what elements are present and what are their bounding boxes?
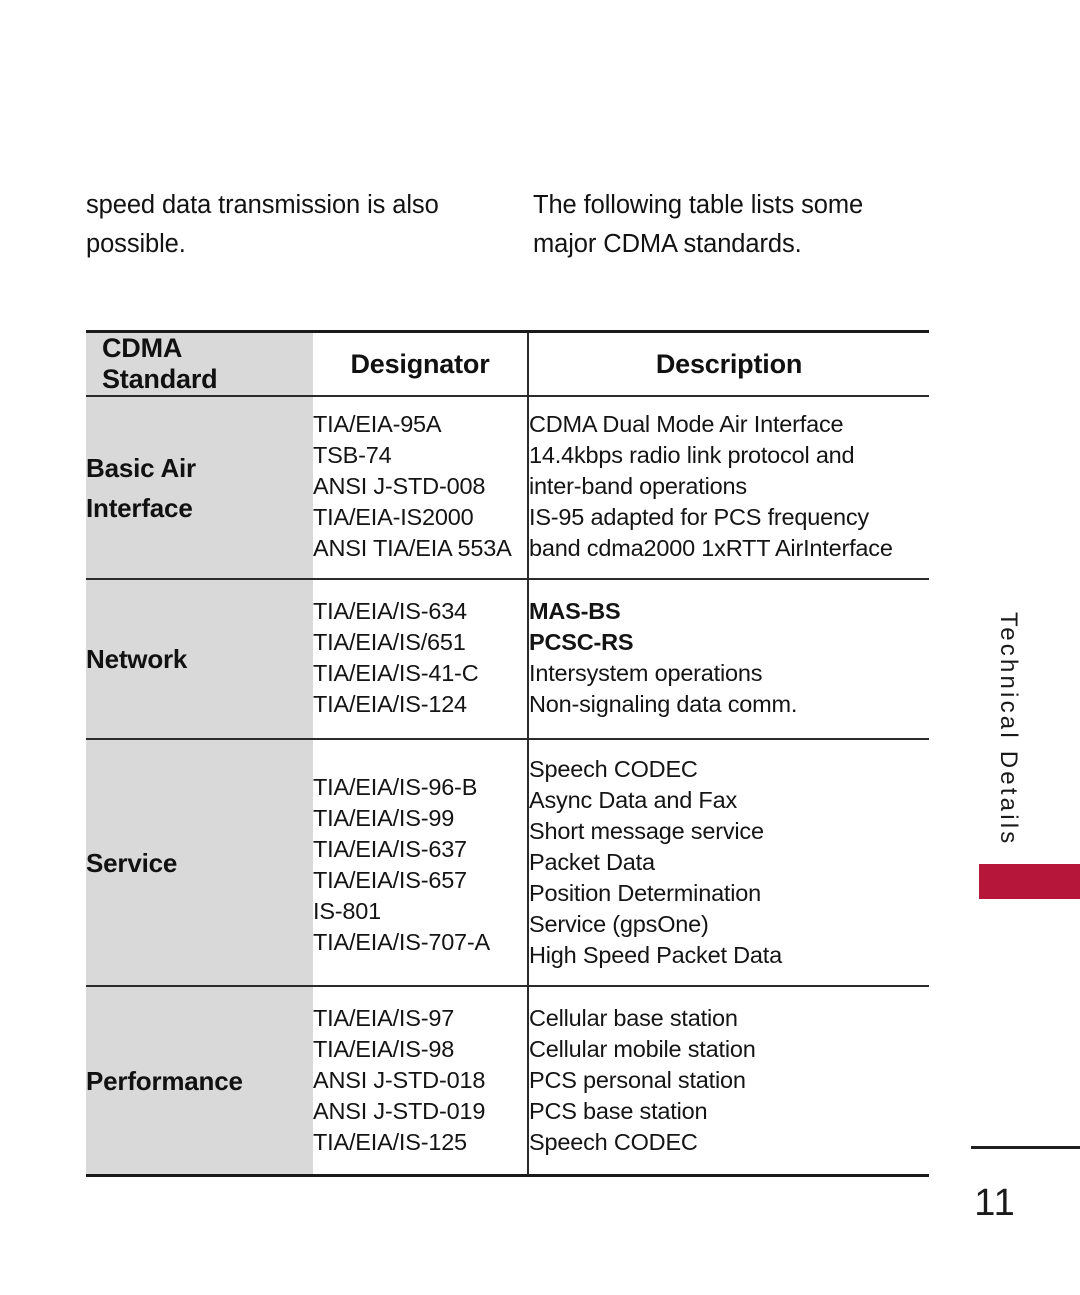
- category-cell-basic-air-interface: Basic Air Interface: [86, 397, 313, 579]
- designator-line: IS-801: [313, 897, 382, 924]
- header-label-cdma-standard: CDMA Standard: [102, 333, 218, 394]
- designator-line: TIA/EIA/IS-707-A: [313, 928, 491, 955]
- header-cell-description: Description: [527, 333, 929, 396]
- description-line: Packet Data: [529, 849, 655, 875]
- category-label-line1: Basic Air: [86, 452, 196, 483]
- header-cell-cdma-standard: CDMA Standard: [86, 333, 313, 396]
- designator-line: TIA/EIA/IS-96-B: [313, 773, 478, 800]
- description-cell-network: MAS-BS PCSC-RS Intersystem operations No…: [527, 580, 929, 739]
- description-line: Speech CODEC: [529, 1129, 698, 1155]
- intro-text-left: speed data transmission is also possible…: [86, 191, 439, 258]
- description-line: High Speed Packet Data: [529, 942, 782, 968]
- cdma-standards-table: CDMA Standard Designator Description Bas…: [86, 330, 929, 1178]
- designator-line: TIA/EIA/IS-125: [313, 1129, 467, 1155]
- designator-line: TIA/EIA/IS-99: [313, 804, 455, 831]
- designator-line: TIA/EIA/IS-98: [313, 1036, 455, 1062]
- intro-text-right: The following table lists some major CDM…: [533, 191, 864, 258]
- header-cell-designator: Designator: [313, 333, 528, 396]
- designator-line: TSB-74: [313, 442, 392, 468]
- table-row: Basic Air Interface TIA/EIA-95A TSB-74 A…: [86, 397, 929, 579]
- designator-line: TIA/EIA/IS-97: [313, 1005, 455, 1031]
- intro-column-left: speed data transmission is also possible…: [86, 186, 533, 264]
- description-line: CDMA Dual Mode Air Interface: [529, 411, 844, 437]
- category-cell-service: Service: [86, 740, 313, 986]
- header-label-description: Description: [655, 348, 803, 379]
- designator-line: TIA/EIA/IS-634: [313, 598, 467, 624]
- category-label-line2: Interface: [86, 492, 193, 523]
- designator-line: TIA/EIA/IS-657: [313, 866, 467, 893]
- description-line: Non-signaling data comm.: [529, 691, 798, 717]
- description-line: Short message service: [529, 818, 764, 844]
- description-line: PCS personal station: [529, 1067, 746, 1093]
- description-line: MAS-BS: [529, 598, 621, 624]
- description-line: IS-95 adapted for PCS frequency: [529, 504, 869, 530]
- description-line: PCS base station: [529, 1098, 708, 1124]
- description-line: Intersystem operations: [529, 660, 763, 686]
- designator-line: TIA/EIA-IS2000: [313, 504, 474, 530]
- footer-rule: [971, 1146, 1080, 1149]
- table-row: Performance TIA/EIA/IS-97 TIA/EIA/IS-98 …: [86, 987, 929, 1176]
- designator-line: TIA/EIA/IS-124: [313, 691, 467, 717]
- category-cell-performance: Performance: [86, 987, 313, 1176]
- category-label: Service: [86, 847, 178, 878]
- designator-line: TIA/EIA/IS-41-C: [313, 660, 479, 686]
- description-line: PCSC-RS: [529, 629, 634, 655]
- page-number: 11: [974, 1182, 1016, 1224]
- description-line: Cellular mobile station: [529, 1036, 756, 1062]
- designator-line: TIA/EIA/IS/651: [313, 629, 466, 655]
- description-line: Service (gpsOne): [529, 911, 709, 937]
- cdma-standards-table-wrapper: CDMA Standard Designator Description Bas…: [86, 330, 929, 1178]
- description-line: band cdma2000 1xRTT AirInterface: [529, 535, 893, 561]
- designator-line: TIA/EIA/IS-637: [313, 835, 467, 862]
- description-line: Async Data and Fax: [529, 787, 738, 813]
- designator-line: ANSI TIA/EIA 553A: [313, 535, 512, 561]
- section-tab-label: Technical Details: [995, 612, 1022, 847]
- category-label: Performance: [86, 1065, 243, 1096]
- designator-line: ANSI J-STD-018: [313, 1067, 486, 1093]
- description-line: inter-band operations: [529, 473, 747, 499]
- description-line: Position Determination: [529, 880, 762, 906]
- category-label: Network: [86, 644, 188, 674]
- description-line: 14.4kbps radio link protocol and: [529, 442, 855, 468]
- description-cell-service: Speech CODEC Async Data and Fax Short me…: [527, 740, 929, 986]
- intro-paragraphs: speed data transmission is also possible…: [86, 186, 931, 264]
- table-row: Network TIA/EIA/IS-634 TIA/EIA/IS/651 TI…: [86, 580, 929, 739]
- table-row: Service TIA/EIA/IS-96-B TIA/EIA/IS-99 TI…: [86, 740, 929, 986]
- description-line: Cellular base station: [529, 1005, 738, 1031]
- designator-line: TIA/EIA-95A: [313, 411, 442, 437]
- designator-cell-performance: TIA/EIA/IS-97 TIA/EIA/IS-98 ANSI J-STD-0…: [313, 987, 528, 1176]
- description-cell-performance: Cellular base station Cellular mobile st…: [527, 987, 929, 1176]
- designator-cell-network: TIA/EIA/IS-634 TIA/EIA/IS/651 TIA/EIA/IS…: [313, 580, 528, 739]
- intro-column-right: The following table lists some major CDM…: [533, 186, 931, 264]
- table-bottom-rule: [86, 1174, 929, 1178]
- description-line: Speech CODEC: [529, 756, 698, 782]
- designator-cell-basic-air-interface: TIA/EIA-95A TSB-74 ANSI J-STD-008 TIA/EI…: [313, 397, 528, 579]
- header-label-designator: Designator: [350, 348, 490, 379]
- table-header-row: CDMA Standard Designator Description: [86, 333, 929, 396]
- designator-cell-service: TIA/EIA/IS-96-B TIA/EIA/IS-99 TIA/EIA/IS…: [313, 740, 528, 986]
- designator-line: ANSI J-STD-019: [313, 1098, 486, 1124]
- category-cell-network: Network: [86, 580, 313, 739]
- description-cell-basic-air-interface: CDMA Dual Mode Air Interface 14.4kbps ra…: [527, 397, 929, 579]
- designator-line: ANSI J-STD-008: [313, 473, 486, 499]
- section-tab-accent-bar: [979, 864, 1080, 899]
